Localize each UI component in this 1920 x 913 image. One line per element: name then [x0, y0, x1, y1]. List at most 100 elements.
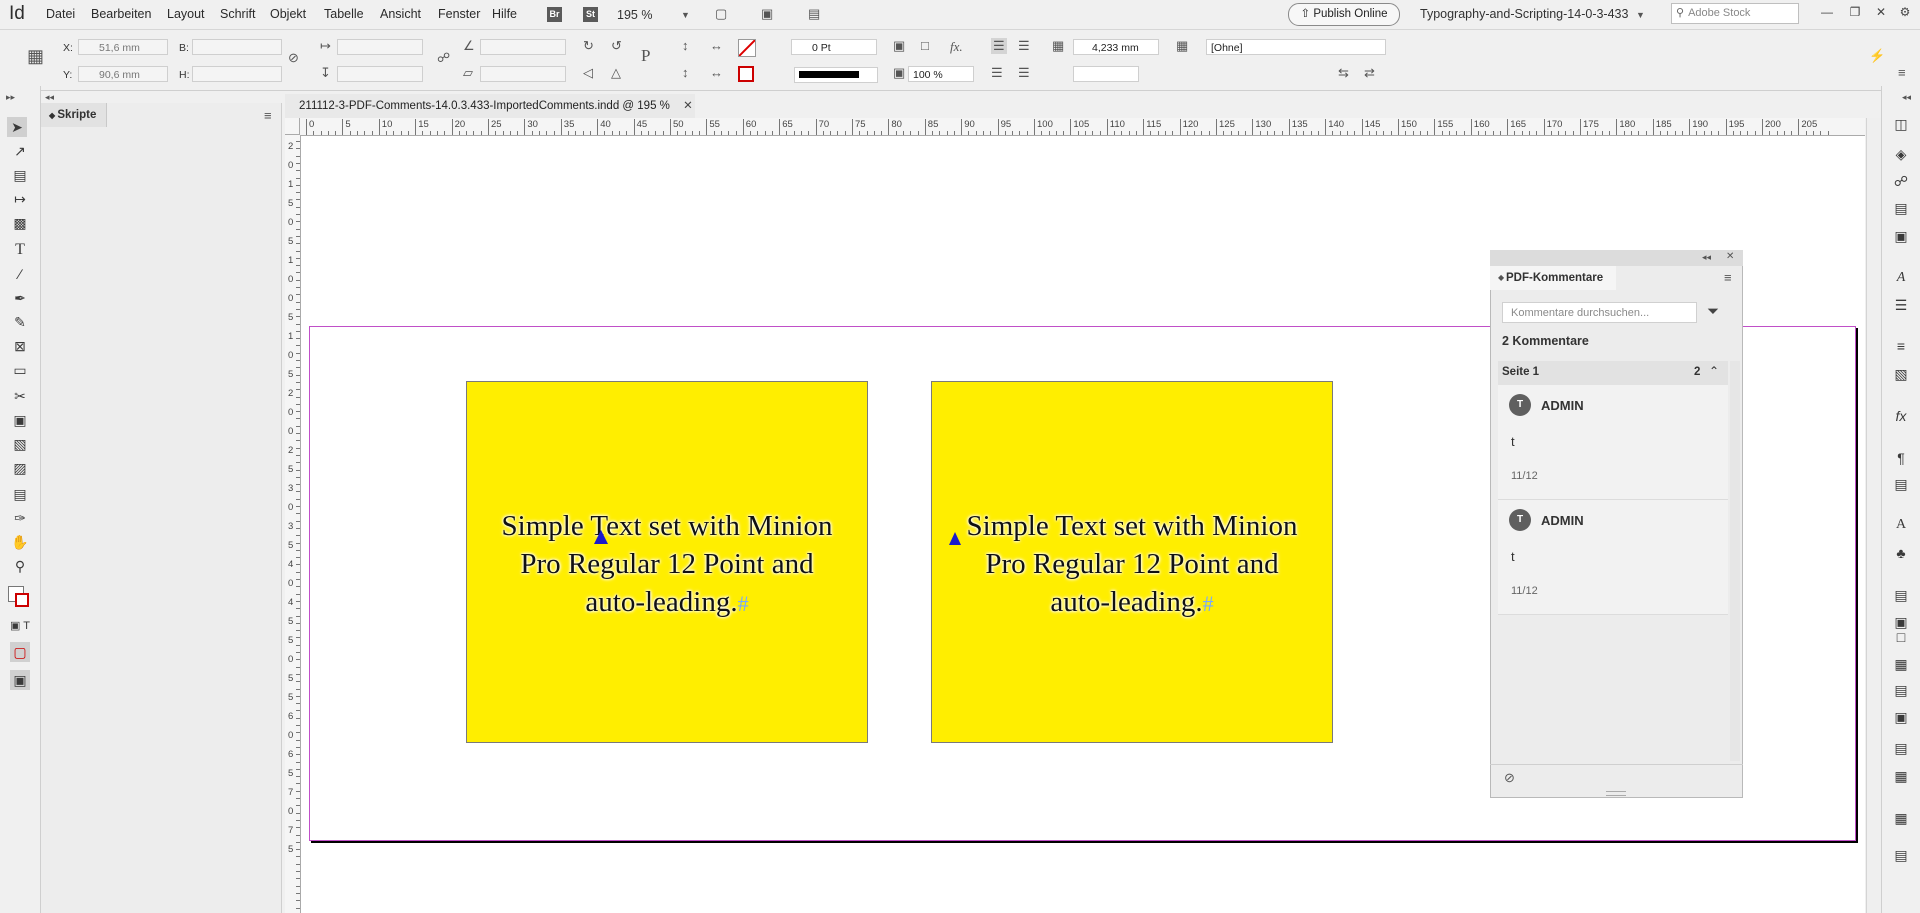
publish-online-button[interactable]: ⇧ Publish Online [1288, 3, 1400, 26]
rectangle-frame-tool-icon[interactable]: ⊠ [10, 336, 30, 356]
stroke-panel-icon[interactable]: ▤ [1890, 198, 1912, 218]
object-style-dropdown[interactable]: [Ohne] [1206, 39, 1386, 55]
selection-tool-icon[interactable]: ➤ [7, 117, 27, 137]
rotation-field[interactable] [480, 39, 566, 55]
constrain-proportions-icon[interactable]: ⊘ [288, 50, 299, 66]
menu-objekt[interactable]: Objekt [270, 7, 306, 21]
text-frame-left[interactable]: Simple Text set with Minion Pro Regular … [466, 381, 868, 743]
zoom-level[interactable]: 195 % [617, 8, 652, 22]
links-panel-icon[interactable]: ☍ [1890, 171, 1912, 191]
color-panel-icon[interactable]: ▣ [1890, 226, 1912, 246]
filter-icon[interactable]: ⏷ [1707, 303, 1719, 320]
swatches-panel-icon[interactable]: ≡ [1890, 336, 1912, 356]
workspace-switcher[interactable]: Typography-and-Scripting-14-0-3-433 [1420, 7, 1628, 21]
pen-tool-icon[interactable]: ✒ [10, 288, 30, 308]
drop-shadow-icon[interactable]: □ [921, 38, 929, 53]
comment-item[interactable]: T ADMIN t 11/12 [1498, 385, 1728, 500]
free-transform-tool-icon[interactable]: ▣ [10, 410, 30, 430]
pdf-panel-header[interactable]: ◂◂ ✕ [1490, 250, 1743, 266]
close-tab-icon[interactable]: ✕ [683, 100, 693, 112]
opacity-field[interactable]: 100 % [908, 66, 974, 82]
align-center-icon[interactable]: ☰ [1018, 38, 1030, 54]
rotate-ccw-icon[interactable]: ↺ [611, 38, 622, 54]
script-label-icon[interactable]: ▤ [1890, 845, 1912, 865]
align-top-icon[interactable]: ☰ [991, 38, 1007, 54]
zoom-tool-icon[interactable]: ⚲ [10, 556, 30, 576]
menu-hilfe[interactable]: Hilfe [492, 7, 517, 21]
expand-panels-icon[interactable]: ◂◂ [45, 92, 54, 103]
effects-fx-icon[interactable]: fx. [950, 39, 963, 55]
expand-dock-icon[interactable]: ◂◂ [1902, 92, 1911, 103]
y-position-field[interactable]: 90,6 mm [78, 66, 168, 82]
object-styles-icon[interactable]: ▣ [1890, 707, 1912, 727]
distribute-icon[interactable]: ↕ [682, 65, 689, 80]
text-wrap-panel-icon[interactable]: ▤ [1890, 474, 1912, 494]
note-tool-icon[interactable]: ▤ [10, 484, 30, 504]
rectangle-tool-icon[interactable]: ▭ [10, 360, 30, 380]
vertical-ruler[interactable]: 20150510051052002530354045505560657075 [285, 135, 301, 913]
gradient-feather-tool-icon[interactable]: ▨ [10, 458, 30, 478]
select-container-icon[interactable]: P [641, 46, 650, 66]
table-panel-icon[interactable]: ▦ [1890, 654, 1912, 674]
text-wrap-icon[interactable]: ▣ [893, 38, 905, 54]
frame-text[interactable]: Simple Text set with Minion Pro Regular … [932, 507, 1332, 623]
line-tool-icon[interactable]: ∕ [10, 264, 30, 284]
gradient-panel-icon[interactable]: ▧ [1890, 364, 1912, 384]
rotate-cw-icon[interactable]: ↻ [583, 38, 594, 54]
text-frame-right[interactable]: Simple Text set with Minion Pro Regular … [931, 381, 1333, 743]
resize-grip-icon[interactable] [1606, 791, 1626, 796]
page-tool-icon[interactable]: ▤ [10, 165, 30, 185]
link-frames-icon[interactable]: ⇆ [1338, 65, 1349, 81]
restore-button[interactable]: ❐ [1844, 2, 1866, 22]
scripts-panel-tab[interactable]: ◆ Skripte [41, 103, 107, 127]
menu-tabelle[interactable]: Tabelle [324, 7, 364, 21]
menu-ansicht[interactable]: Ansicht [380, 7, 421, 21]
scale-x-field[interactable] [337, 39, 423, 55]
chevron-down-icon[interactable]: ▼ [681, 10, 690, 20]
link-icon[interactable]: ☍ [437, 50, 450, 66]
comments-scrollbar[interactable] [1730, 361, 1740, 761]
distribute-panel-icon[interactable]: ▤ [1890, 738, 1912, 758]
stroke-swatch[interactable] [738, 66, 754, 82]
width-field[interactable] [192, 39, 282, 55]
collapse-panel-icon[interactable]: ◂◂ [1702, 252, 1711, 263]
horizontal-ruler[interactable]: 0 5 10 15 20 25 30 35 40 45 50 55 60 65 70 75 80 85 90 95 10… [300, 118, 1865, 136]
pencil-tool-icon[interactable]: ✎ [10, 312, 30, 332]
vertical-scrollbar[interactable] [1866, 118, 1881, 913]
comment-item[interactable]: T ADMIN t 11/12 [1498, 500, 1728, 615]
flip-horizontal-icon[interactable]: ◁ [583, 65, 593, 81]
paragraph-panel-icon[interactable]: ¶ [1890, 448, 1912, 468]
align-bottom-icon[interactable]: ☰ [991, 65, 1003, 81]
lightning-icon[interactable]: ⚡ [1869, 48, 1885, 64]
gap-tool-icon[interactable]: ↦ [10, 189, 30, 209]
control-panel-menu-icon[interactable]: ≡ [1898, 65, 1906, 80]
pdf-comments-tab[interactable]: PDF-Kommentare [1490, 266, 1616, 290]
scissors-tool-icon[interactable]: ✂ [10, 386, 30, 406]
close-panel-icon[interactable]: ✕ [1726, 251, 1734, 262]
frame-color-field[interactable] [1073, 66, 1139, 82]
menu-fenster[interactable]: Fenster [438, 7, 480, 21]
close-window-button[interactable]: ✕ [1870, 2, 1892, 22]
info-panel-icon[interactable]: □ [1890, 627, 1912, 647]
character-styles-icon[interactable]: A [1890, 268, 1912, 288]
eyedropper-tool-icon[interactable]: ✑ [10, 508, 30, 528]
ruler-origin[interactable] [285, 118, 300, 135]
pages-panel-icon[interactable]: ◫ [1890, 114, 1912, 134]
menu-bearbeiten[interactable]: Bearbeiten [91, 7, 151, 21]
align-panel-icon[interactable]: ▤ [1890, 585, 1912, 605]
tags-panel-icon[interactable]: ▦ [1890, 808, 1912, 828]
collapse-icon[interactable]: ◆ [1498, 273, 1504, 282]
page-group-header[interactable]: Seite 1 2 ⌃ [1498, 361, 1728, 385]
effects-panel-icon[interactable]: fx [1890, 406, 1912, 426]
shear-field[interactable] [480, 66, 566, 82]
hide-comments-icon[interactable]: ⊘ [1504, 770, 1515, 786]
stock-button[interactable]: St [583, 7, 598, 22]
scale-y-field[interactable] [337, 66, 423, 82]
select-next-object-icon[interactable]: ↔ [710, 38, 723, 53]
cell-styles-icon[interactable]: ▤ [1890, 680, 1912, 700]
character-panel-icon[interactable]: A [1890, 515, 1912, 535]
x-position-field[interactable]: 51,6 mm [78, 39, 168, 55]
inset-spacing-field[interactable]: 4,233 mm [1073, 39, 1159, 55]
type-tool-icon[interactable]: T [10, 240, 30, 260]
glyphs-panel-icon[interactable]: ♣ [1890, 543, 1912, 563]
